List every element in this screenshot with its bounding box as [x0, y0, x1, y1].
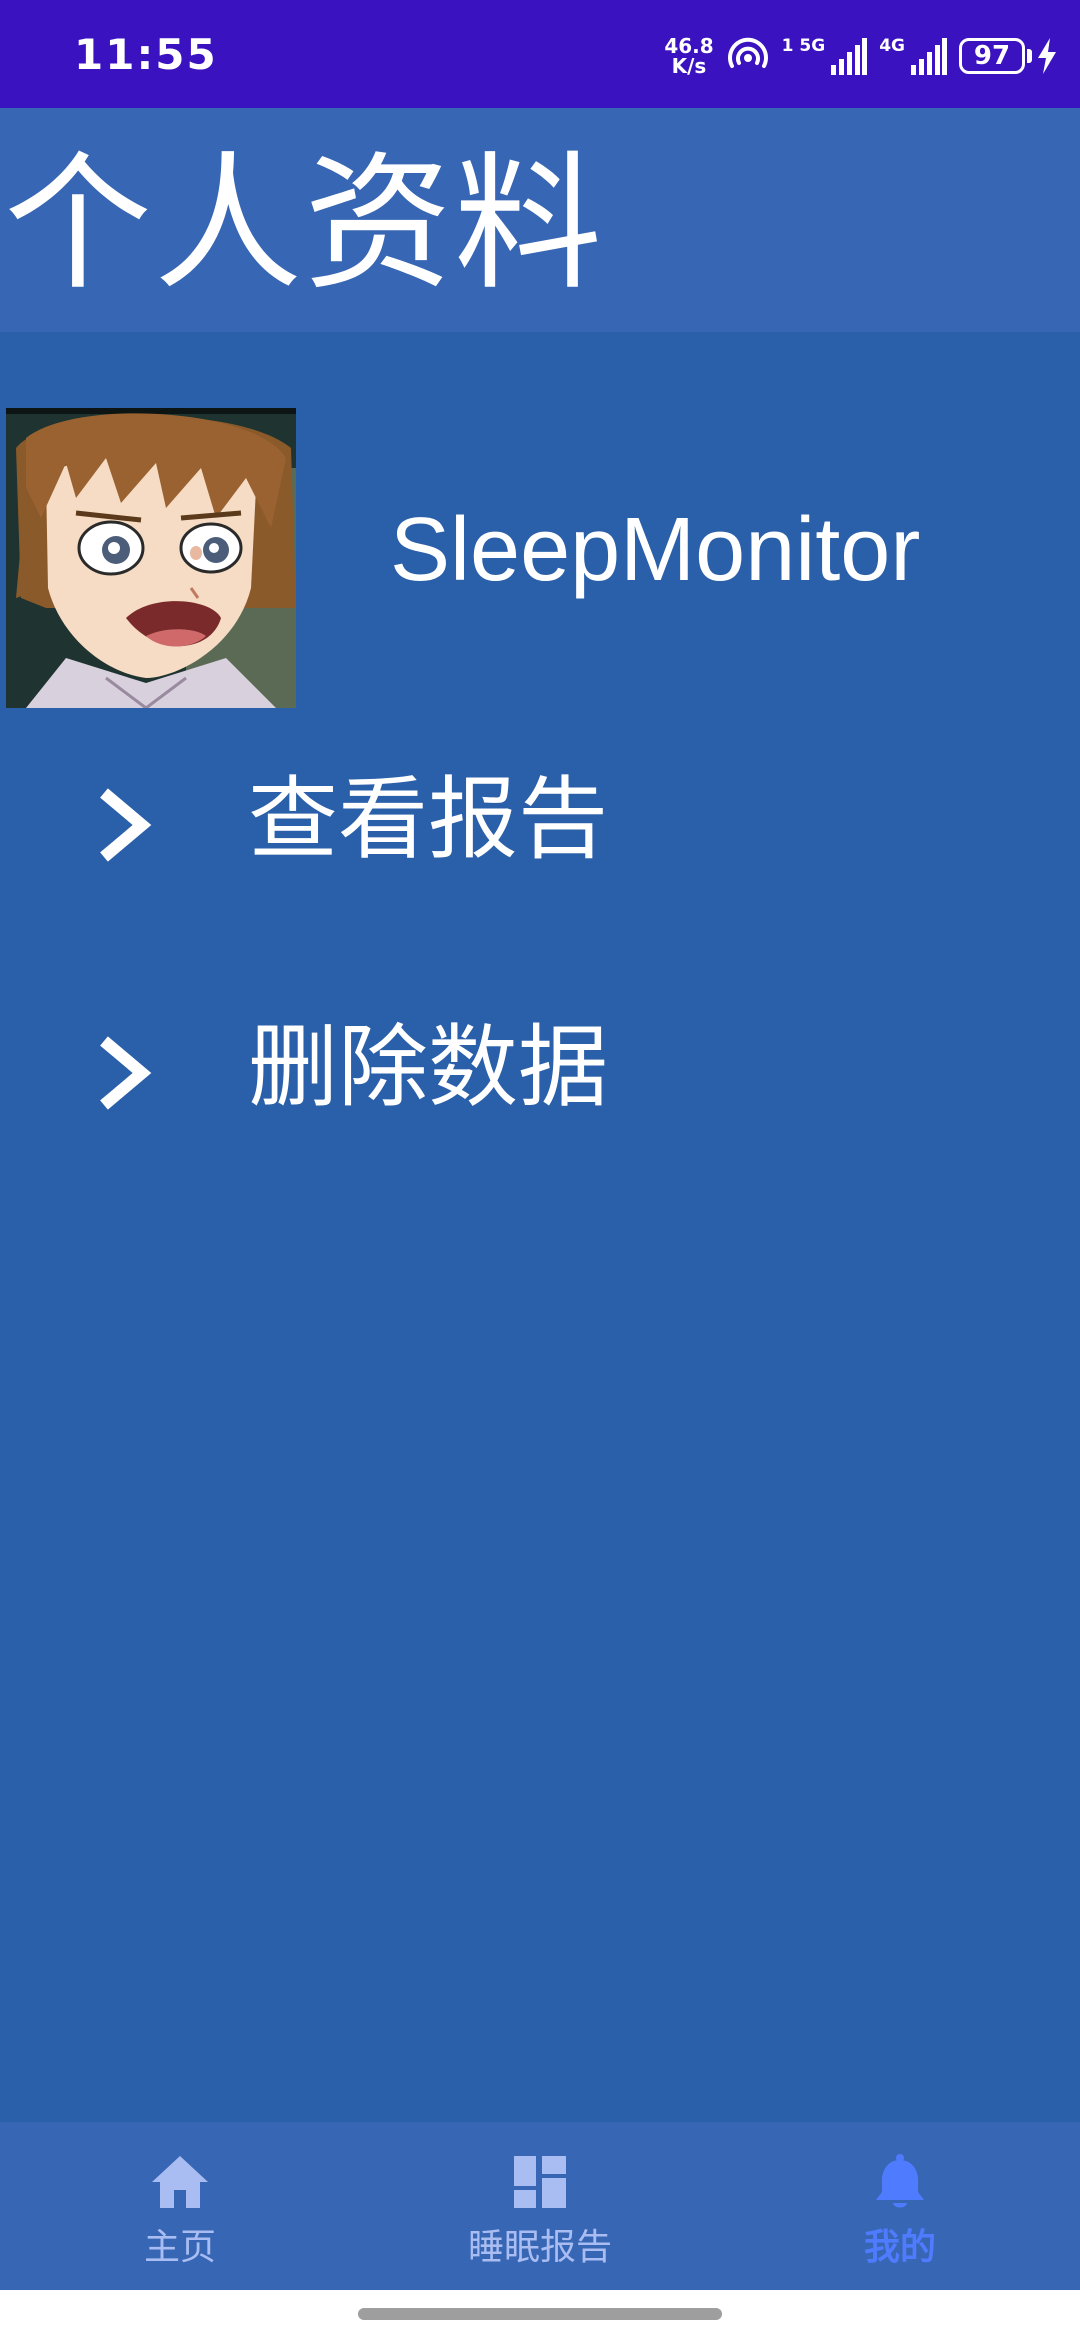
signal-icon	[831, 38, 868, 75]
bottom-nav: 主页 睡眠报告 我的	[0, 2122, 1080, 2290]
gesture-area	[0, 2290, 1080, 2340]
net-speed-value: 46.8	[664, 34, 714, 58]
status-bar: 11:55 46.8 K/s 1 5G 4G 97	[0, 0, 1080, 108]
net-speed-unit: K/s	[671, 54, 707, 78]
nav-label: 主页	[143, 2227, 216, 2268]
profile-screen: 11:55 46.8 K/s 1 5G 4G 97 个人资料 SleepMoni…	[0, 0, 1080, 2340]
avatar-image	[6, 408, 296, 708]
status-icons: 46.8 K/s 1 5G 4G 97	[664, 34, 1058, 78]
battery-level: 97	[959, 38, 1025, 74]
menu-item-delete-data[interactable]: 删除数据	[0, 988, 1080, 1148]
nav-label: 睡眠报告	[467, 2227, 612, 2268]
battery-tip	[1027, 49, 1032, 63]
charging-bolt-icon	[1038, 38, 1056, 74]
menu-item-view-report[interactable]: 查看报告	[0, 740, 1080, 900]
nav-item-sleep-report[interactable]: 睡眠报告	[360, 2122, 720, 2290]
sim2-signal: 4G	[879, 37, 947, 75]
menu-item-label: 删除数据	[248, 1015, 608, 1120]
chevron-right-icon	[100, 788, 152, 862]
sim1-signal: 1 5G	[782, 37, 868, 75]
network-speed: 46.8 K/s	[664, 36, 713, 76]
page-title: 个人资料	[4, 138, 604, 310]
menu-item-label: 查看报告	[248, 767, 608, 872]
sim2-label: 4G	[879, 36, 905, 56]
gesture-bar[interactable]	[358, 2308, 722, 2320]
sim1-label: 1 5G	[781, 36, 826, 56]
status-time: 11:55	[74, 30, 218, 79]
home-icon	[152, 2156, 208, 2208]
dashboard-icon	[514, 2156, 566, 2208]
chevron-right-icon	[100, 1036, 152, 1110]
hotspot-icon	[727, 37, 768, 68]
nav-item-home[interactable]: 主页	[0, 2122, 360, 2290]
bell-icon	[876, 2154, 924, 2208]
avatar[interactable]	[6, 408, 296, 708]
nav-item-mine[interactable]: 我的	[720, 2122, 1080, 2290]
nav-label: 我的	[863, 2227, 936, 2268]
battery-indicator: 97	[959, 38, 1058, 74]
title-bar: 个人资料	[0, 108, 1080, 332]
signal-icon	[911, 38, 947, 75]
username: SleepMonitor	[390, 500, 921, 600]
